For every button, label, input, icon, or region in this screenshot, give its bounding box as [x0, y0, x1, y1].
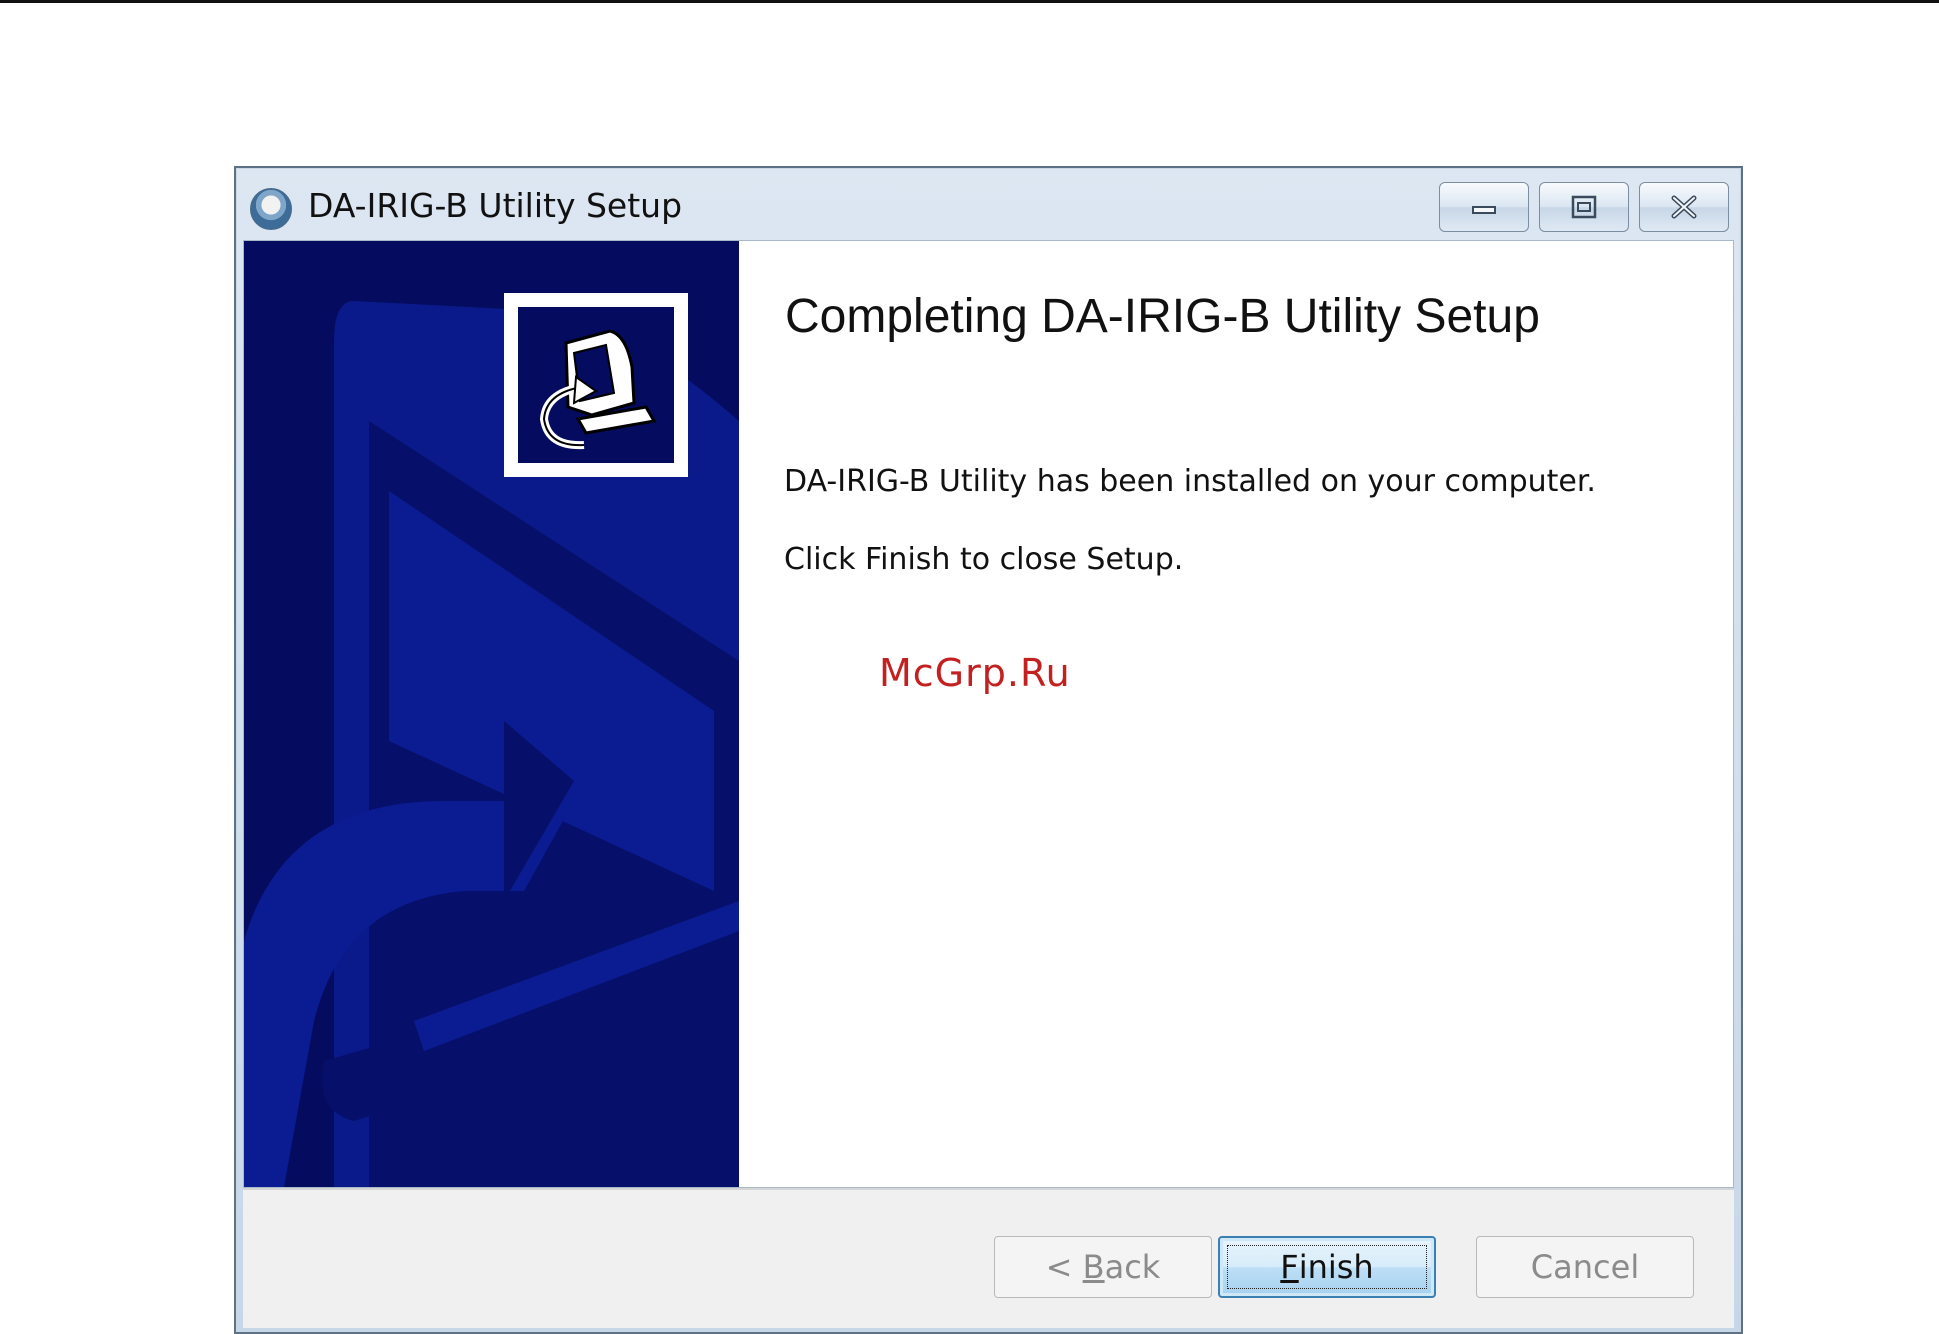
finish-button[interactable]: Finish: [1218, 1236, 1436, 1298]
title-bar[interactable]: DA-IRIG-B Utility Setup: [236, 168, 1741, 240]
wizard-button-bar: < Back Finish Cancel: [243, 1188, 1734, 1328]
focus-rectangle: [1227, 1245, 1427, 1289]
wizard-side-banner: [244, 241, 739, 1187]
back-button[interactable]: < Back: [994, 1236, 1212, 1298]
cancel-button[interactable]: Cancel: [1476, 1236, 1694, 1298]
installed-message: DA-IRIG-B Utility has been installed on …: [784, 464, 1596, 499]
close-icon: [1671, 195, 1697, 219]
close-button[interactable]: [1639, 182, 1729, 232]
window-title: DA-IRIG-B Utility Setup: [308, 186, 683, 225]
setup-window: DA-IRIG-B Utility Setup Completing DA-IR…: [234, 166, 1743, 1334]
back-button-label: ack: [1104, 1248, 1161, 1286]
installer-logo: [518, 307, 674, 463]
minimize-icon: [1472, 206, 1496, 214]
watermark-text: McGrp.Ru: [879, 651, 1071, 695]
minimize-button[interactable]: [1439, 182, 1529, 232]
cancel-button-label: Cancel: [1530, 1248, 1640, 1286]
installer-computer-icon: [539, 329, 657, 450]
finish-instruction: Click Finish to close Setup.: [784, 542, 1184, 577]
installer-logo-frame: [504, 293, 688, 477]
back-button-prefix: <: [1045, 1248, 1083, 1286]
back-button-accel: B: [1082, 1248, 1105, 1286]
setup-app-icon: [250, 188, 292, 230]
wizard-content-area: Completing DA-IRIG-B Utility Setup DA-IR…: [243, 240, 1734, 1188]
maximize-button[interactable]: [1539, 182, 1629, 232]
page-title: Completing DA-IRIG-B Utility Setup: [785, 290, 1540, 343]
maximize-icon: [1571, 195, 1597, 219]
page-top-rule: [0, 0, 1939, 3]
